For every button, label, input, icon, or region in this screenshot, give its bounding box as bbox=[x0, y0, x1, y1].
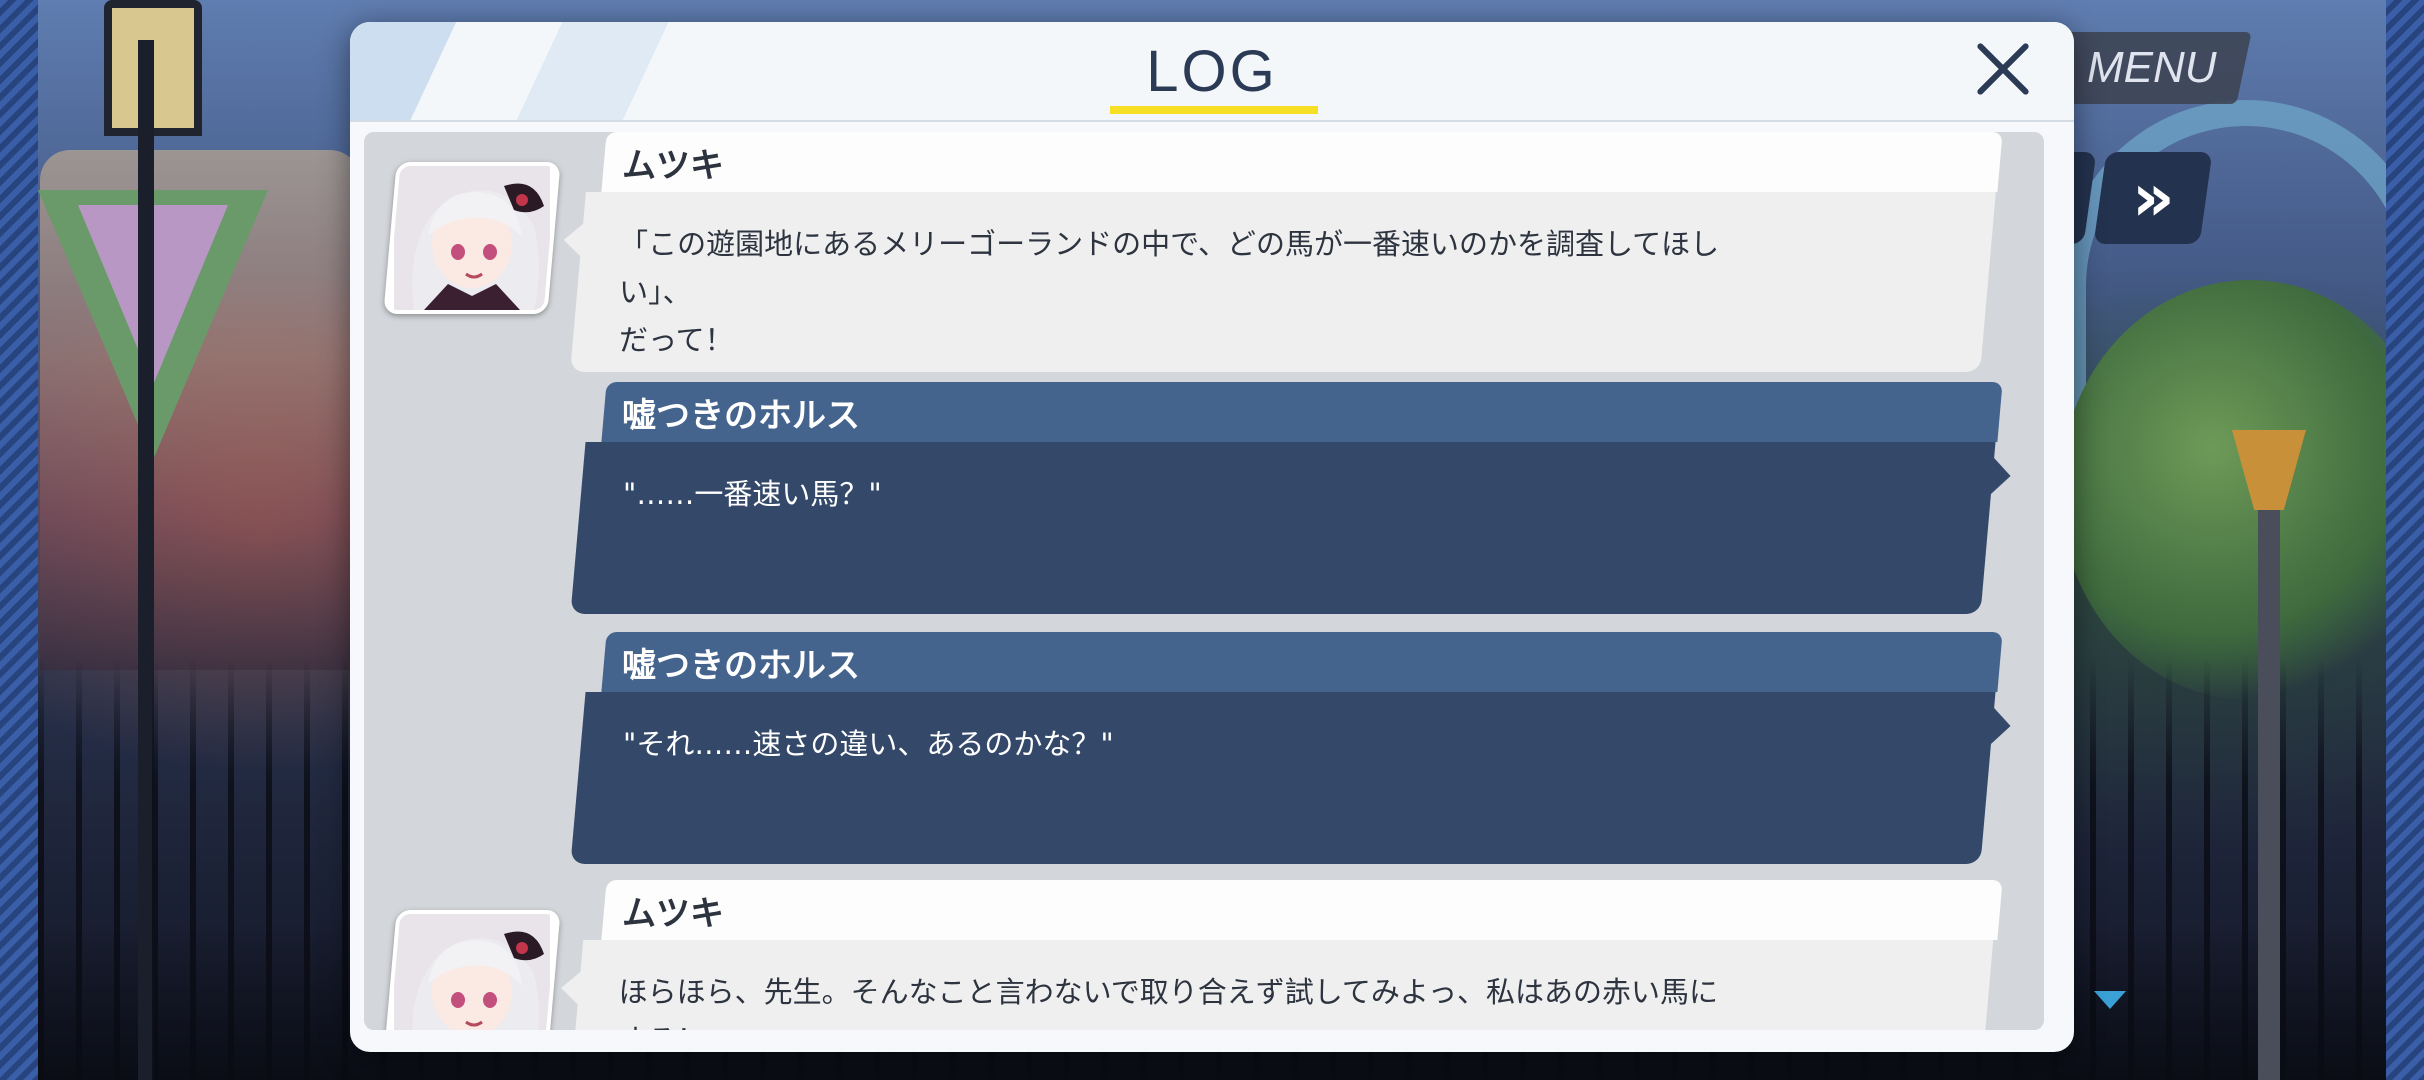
bubble-tail bbox=[1986, 454, 2013, 498]
title-underline bbox=[1110, 106, 1318, 114]
speaker-name: ムツキ bbox=[621, 146, 724, 186]
speaker-name: ムツキ bbox=[621, 894, 724, 934]
log-entry: 嘘つきのホルス "……一番速い馬？" bbox=[364, 382, 2044, 632]
close-icon[interactable] bbox=[1972, 38, 2034, 100]
menu-button[interactable]: MENU bbox=[2052, 32, 2252, 104]
speaker-name-bar: 嘘つきのホルス bbox=[601, 382, 2003, 442]
log-entry: ムツキ ほらほら、先生。そんなこと言わないで取り合えず試してみよっ、私はあの赤い… bbox=[364, 880, 2044, 1030]
dialogue-text: "それ……速さの違い、あるのかな？" bbox=[622, 727, 1114, 761]
dialogue-text: 「この遊園地にあるメリーゴーランドの中で、どの馬が一番速いのかを調査してほしい」… bbox=[619, 227, 1720, 357]
dialogue-bubble: "……一番速い馬？" bbox=[570, 442, 2013, 614]
speaker-name-bar: 嘘つきのホルス bbox=[601, 632, 2003, 692]
log-title: LOG bbox=[1146, 39, 1278, 104]
speaker-name-bar: ムツキ bbox=[601, 132, 2003, 192]
log-list[interactable]: ムツキ 「この遊園地にあるメリーゴーランドの中で、どの馬が一番速いのかを調査して… bbox=[364, 132, 2044, 1030]
avatar bbox=[383, 910, 561, 1030]
log-entry: ムツキ 「この遊園地にあるメリーゴーランドの中で、どの馬が一番速いのかを調査して… bbox=[364, 132, 2044, 382]
bubble-tail bbox=[559, 970, 583, 1006]
dialogue-bubble: "それ……速さの違い、あるのかな？" bbox=[570, 692, 2013, 864]
fast-forward-icon: » bbox=[2131, 159, 2175, 236]
bubble-tail bbox=[562, 222, 586, 258]
menu-button-label: MENU bbox=[2087, 43, 2217, 92]
triangle-down-icon[interactable] bbox=[2094, 991, 2126, 1009]
bubble-tail bbox=[1986, 704, 2013, 748]
dialogue-bubble: 「この遊園地にあるメリーゴーランドの中で、どの馬が一番速いのかを調査してほしい」… bbox=[562, 192, 1996, 372]
right-border-stripe bbox=[2386, 0, 2424, 1080]
speaker-name: 嘘つきのホルス bbox=[621, 396, 860, 436]
log-header: LOG bbox=[350, 22, 2074, 122]
dialogue-text: "……一番速い馬？" bbox=[622, 477, 882, 511]
left-border-stripe bbox=[0, 0, 38, 1080]
fast-forward-button[interactable]: » bbox=[2093, 152, 2213, 244]
dialogue-text: ほらほら、先生。そんなこと言わないで取り合えず試してみよっ、私はあの赤い馬にする… bbox=[618, 975, 1719, 1030]
dialogue-bubble: ほらほら、先生。そんなこと言わないで取り合えず試してみよっ、私はあの赤い馬にする… bbox=[559, 940, 1994, 1030]
speaker-name-bar: ムツキ bbox=[601, 880, 2003, 940]
log-entry: 嘘つきのホルス "それ……速さの違い、あるのかな？" bbox=[364, 632, 2044, 882]
log-panel: LOG ムツキ 「この遊園地にあるメリーゴーランドの中で、どの馬が一番速いのかを… bbox=[350, 22, 2074, 1052]
avatar bbox=[383, 162, 561, 314]
tree bbox=[2060, 280, 2424, 700]
speaker-name: 嘘つきのホルス bbox=[621, 646, 860, 686]
